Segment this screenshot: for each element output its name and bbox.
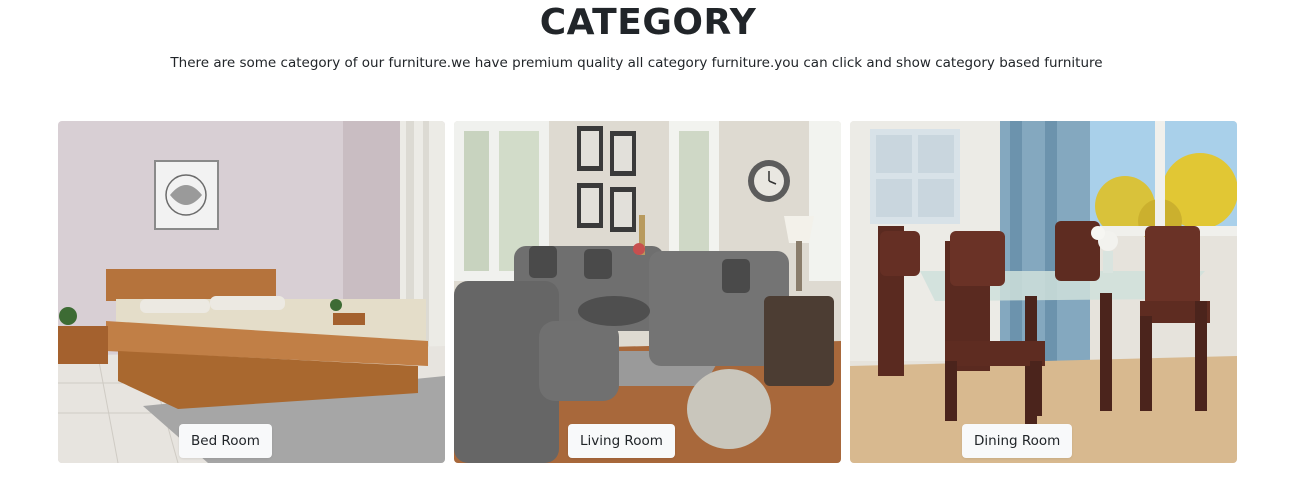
category-card-bed-room[interactable]: Bed Room xyxy=(58,121,445,463)
section-description: There are some category of our furniture… xyxy=(170,55,1103,71)
category-card-living-room[interactable]: Living Room xyxy=(454,121,841,463)
section-title: CATEGORY xyxy=(539,2,757,43)
dining-room-photo xyxy=(850,121,1237,463)
category-card-dining-room[interactable]: Dining Room xyxy=(850,121,1237,463)
category-label-dining-room[interactable]: Dining Room xyxy=(962,424,1073,458)
living-room-photo xyxy=(454,121,841,463)
category-label-living-room[interactable]: Living Room xyxy=(568,424,675,458)
bedroom-photo xyxy=(58,121,445,463)
category-label-bed-room[interactable]: Bed Room xyxy=(179,424,272,458)
